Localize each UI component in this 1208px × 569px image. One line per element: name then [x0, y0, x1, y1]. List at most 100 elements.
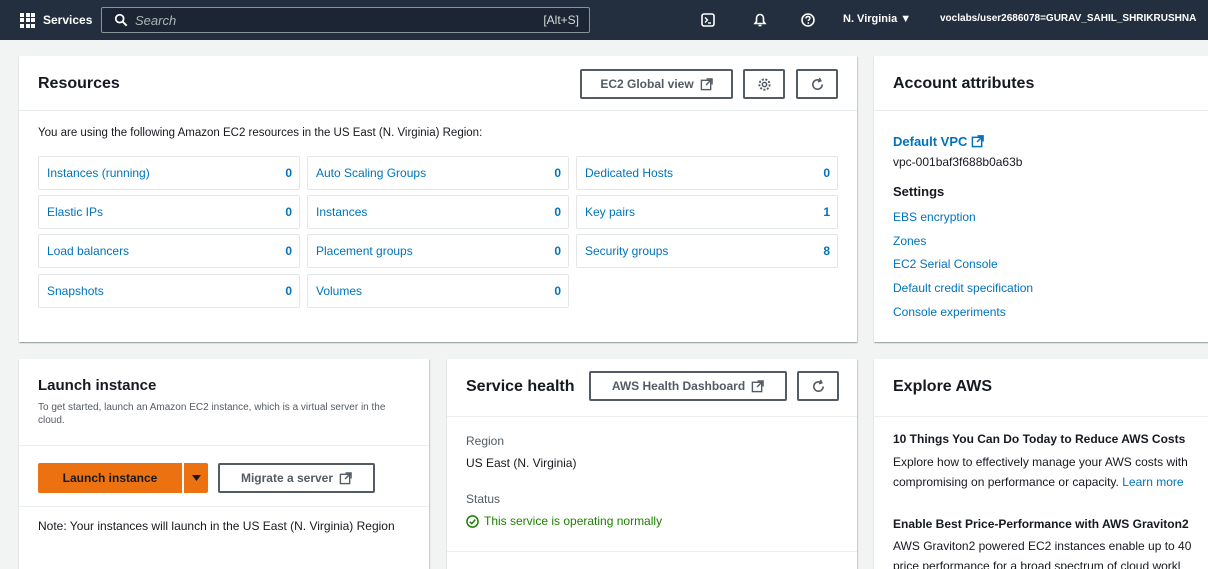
resource-count: 0: [285, 284, 292, 298]
caret-down-icon: [191, 475, 201, 481]
resource-label[interactable]: Placement groups: [316, 244, 413, 258]
resource-count: 0: [285, 244, 292, 258]
ec2-serial-console-link[interactable]: EC2 Serial Console: [893, 257, 998, 271]
services-label: Services: [43, 13, 93, 27]
resource-label[interactable]: Dedicated Hosts: [585, 166, 673, 180]
learn-more-link[interactable]: Learn more: [1122, 475, 1183, 489]
status-label: Status: [466, 492, 501, 506]
resource-placement-groups[interactable]: Placement groups 0: [307, 234, 569, 268]
help-icon[interactable]: [800, 12, 816, 28]
resource-load-balancers[interactable]: Load balancers 0: [38, 234, 300, 268]
default-vpc-label: Default VPC: [893, 134, 968, 149]
console-experiments-link[interactable]: Console experiments: [893, 305, 1006, 319]
resources-panel: Resources EC2 Global view You are using …: [19, 56, 857, 342]
resource-count: 1: [823, 205, 830, 219]
explore-header: Explore AWS: [874, 359, 1208, 417]
account-menu[interactable]: voclabs/user2686078=GURAV_SAHIL_SHRIKRUS…: [940, 13, 1196, 24]
explore-item-title: Enable Best Price-Performance with AWS G…: [893, 517, 1189, 531]
region-selector[interactable]: N. Virginia ▼: [843, 13, 911, 25]
services-menu[interactable]: Services: [20, 12, 93, 28]
search-shortcut: [Alt+S]: [543, 13, 579, 27]
aws-health-dashboard-button[interactable]: AWS Health Dashboard: [589, 371, 787, 401]
resource-count: 0: [554, 205, 561, 219]
resource-count: 0: [823, 166, 830, 180]
default-credit-specification-link[interactable]: Default credit specification: [893, 281, 1033, 295]
grid-icon: [20, 12, 35, 28]
resource-count: 0: [554, 166, 561, 180]
resources-title: Resources: [38, 75, 120, 92]
vpc-id: vpc-001baf3f688b0a63b: [893, 155, 1023, 169]
settings-heading: Settings: [893, 184, 945, 199]
resources-intro: You are using the following Amazon EC2 r…: [38, 127, 483, 139]
status-text: This service is operating normally: [484, 514, 663, 528]
search-input[interactable]: [135, 12, 525, 28]
resource-label[interactable]: Load balancers: [47, 244, 129, 258]
search-icon: [114, 13, 128, 27]
explore-item-title: 10 Things You Can Do Today to Reduce AWS…: [893, 432, 1186, 446]
resource-key-pairs[interactable]: Key pairs 1: [576, 195, 838, 229]
search-box[interactable]: [Alt+S]: [101, 7, 590, 33]
bell-icon[interactable]: [752, 12, 768, 28]
resource-label[interactable]: Auto Scaling Groups: [316, 166, 426, 180]
launch-title: Launch instance: [38, 377, 157, 394]
divider: [447, 551, 857, 552]
resource-count: 8: [823, 244, 830, 258]
explore-item-text: compromising on performance or capacity.…: [893, 475, 1184, 489]
divider: [19, 445, 429, 446]
resource-label[interactable]: Key pairs: [585, 205, 635, 219]
refresh-icon: [812, 379, 824, 392]
explore-title: Explore AWS: [893, 378, 992, 395]
launch-instance-panel: Launch instance To get started, launch a…: [19, 359, 429, 569]
account-attributes-panel: Account attributes Default VPC vpc-001ba…: [874, 56, 1208, 342]
health-header: Service health AWS Health Dashboard: [447, 359, 857, 417]
migrate-label: Migrate a server: [240, 471, 334, 485]
resource-label[interactable]: Snapshots: [47, 284, 104, 298]
resource-instances-running[interactable]: Instances (running) 0: [38, 156, 300, 190]
resource-dedicated-hosts[interactable]: Dedicated Hosts 0: [576, 156, 838, 190]
refresh-icon: [811, 77, 823, 90]
resource-snapshots[interactable]: Snapshots 0: [38, 274, 300, 308]
resources-header: Resources EC2 Global view: [19, 56, 857, 111]
resource-label[interactable]: Elastic IPs: [47, 205, 103, 219]
resource-auto-scaling-groups[interactable]: Auto Scaling Groups 0: [307, 156, 569, 190]
preferences-button[interactable]: [743, 69, 785, 99]
resource-volumes[interactable]: Volumes 0: [307, 274, 569, 308]
resource-label[interactable]: Instances: [316, 205, 367, 219]
resource-label[interactable]: Security groups: [585, 244, 668, 258]
explore-item-text: AWS Graviton2 powered EC2 instances enab…: [893, 539, 1192, 553]
health-title: Service health: [466, 378, 575, 395]
launch-instance-button[interactable]: Launch instance: [38, 463, 182, 493]
cloudshell-icon[interactable]: [700, 12, 716, 28]
launch-description: To get started, launch an Amazon EC2 ins…: [38, 402, 386, 426]
health-refresh-button[interactable]: [797, 371, 839, 401]
external-link-icon: [751, 379, 764, 392]
explore-aws-panel: Explore AWS 10 Things You Can Do Today t…: [874, 359, 1208, 569]
resource-label[interactable]: Instances (running): [47, 166, 150, 180]
region-label: Region: [466, 434, 505, 448]
resource-count: 0: [285, 166, 292, 180]
check-circle-icon: [466, 514, 479, 528]
region-value: US East (N. Virginia): [466, 456, 577, 470]
account-header: Account attributes: [874, 56, 1208, 111]
default-vpc-link[interactable]: Default VPC: [893, 134, 984, 149]
external-link-icon: [971, 135, 984, 148]
ebs-encryption-link[interactable]: EBS encryption: [893, 210, 976, 224]
launch-note: Note: Your instances will launch in the …: [38, 519, 395, 533]
resource-count: 0: [285, 205, 292, 219]
resource-label[interactable]: Volumes: [316, 284, 362, 298]
refresh-button[interactable]: [796, 69, 838, 99]
status-value: This service is operating normally: [466, 514, 662, 528]
resource-security-groups[interactable]: Security groups 8: [576, 234, 838, 268]
resource-instances[interactable]: Instances 0: [307, 195, 569, 229]
ec2-global-view-button[interactable]: EC2 Global view: [580, 69, 733, 99]
global-view-label: EC2 Global view: [600, 77, 694, 91]
service-health-panel: Service health AWS Health Dashboard Regi…: [447, 359, 857, 569]
launch-dropdown-button[interactable]: [184, 463, 208, 493]
migrate-server-button[interactable]: Migrate a server: [218, 463, 375, 493]
external-link-icon: [339, 471, 352, 484]
external-link-icon: [700, 77, 713, 90]
explore-item-text-line: compromising on performance or capacity.: [893, 475, 1119, 489]
zones-link[interactable]: Zones: [893, 234, 926, 248]
resource-elastic-ips[interactable]: Elastic IPs 0: [38, 195, 300, 229]
account-title: Account attributes: [893, 75, 1035, 92]
